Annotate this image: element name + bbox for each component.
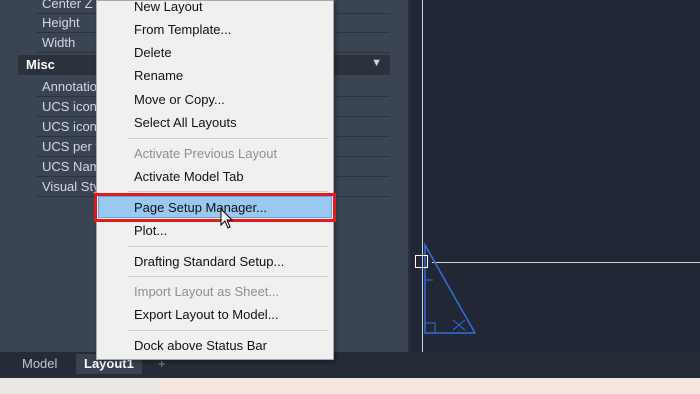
- menu-separator: [128, 330, 328, 331]
- status-footer-region: [160, 378, 700, 394]
- tab-model[interactable]: Model: [14, 354, 65, 374]
- property-label: Width: [42, 35, 76, 50]
- menu-item-drafting-standard-setup[interactable]: Drafting Standard Setup...: [134, 254, 284, 269]
- menu-item-rename[interactable]: Rename: [134, 68, 183, 83]
- menu-separator: [128, 138, 328, 139]
- menu-item-plot[interactable]: Plot...: [134, 223, 167, 238]
- property-label: Height: [42, 15, 80, 30]
- menu-item-select-all-layouts[interactable]: Select All Layouts: [134, 115, 237, 130]
- menu-item-dock-above-status-bar[interactable]: Dock above Status Bar: [134, 338, 267, 353]
- menu-item-export-layout-to-model[interactable]: Export Layout to Model...: [134, 307, 279, 322]
- menu-item-from-template[interactable]: From Template...: [134, 22, 231, 37]
- menu-item-new-layout[interactable]: New Layout: [134, 0, 203, 14]
- menu-item-activate-previous-layout[interactable]: Activate Previous Layout: [134, 146, 277, 161]
- annotation-highlight-box: [94, 193, 336, 222]
- property-label: UCS per v: [42, 139, 102, 154]
- menu-separator: [128, 246, 328, 247]
- property-label: UCS icon: [42, 99, 97, 114]
- menu-item-activate-model-tab[interactable]: Activate Model Tab: [134, 169, 244, 184]
- crosshair-pickbox-icon: [415, 255, 428, 268]
- menu-item-move-copy[interactable]: Move or Copy...: [134, 92, 225, 107]
- property-label: UCS icon: [42, 119, 97, 134]
- mouse-pointer-icon: [220, 208, 234, 229]
- menu-item-delete[interactable]: Delete: [134, 45, 172, 60]
- menu-separator: [128, 276, 328, 277]
- collapse-arrow-icon[interactable]: ▼: [371, 57, 382, 69]
- menu-item-import-layout-as-sheet[interactable]: Import Layout as Sheet...: [134, 284, 279, 299]
- property-label: Center Z: [42, 0, 93, 11]
- property-label: Annotation: [42, 79, 105, 94]
- menu-separator: [128, 191, 328, 192]
- misc-section-label: Misc: [26, 57, 55, 72]
